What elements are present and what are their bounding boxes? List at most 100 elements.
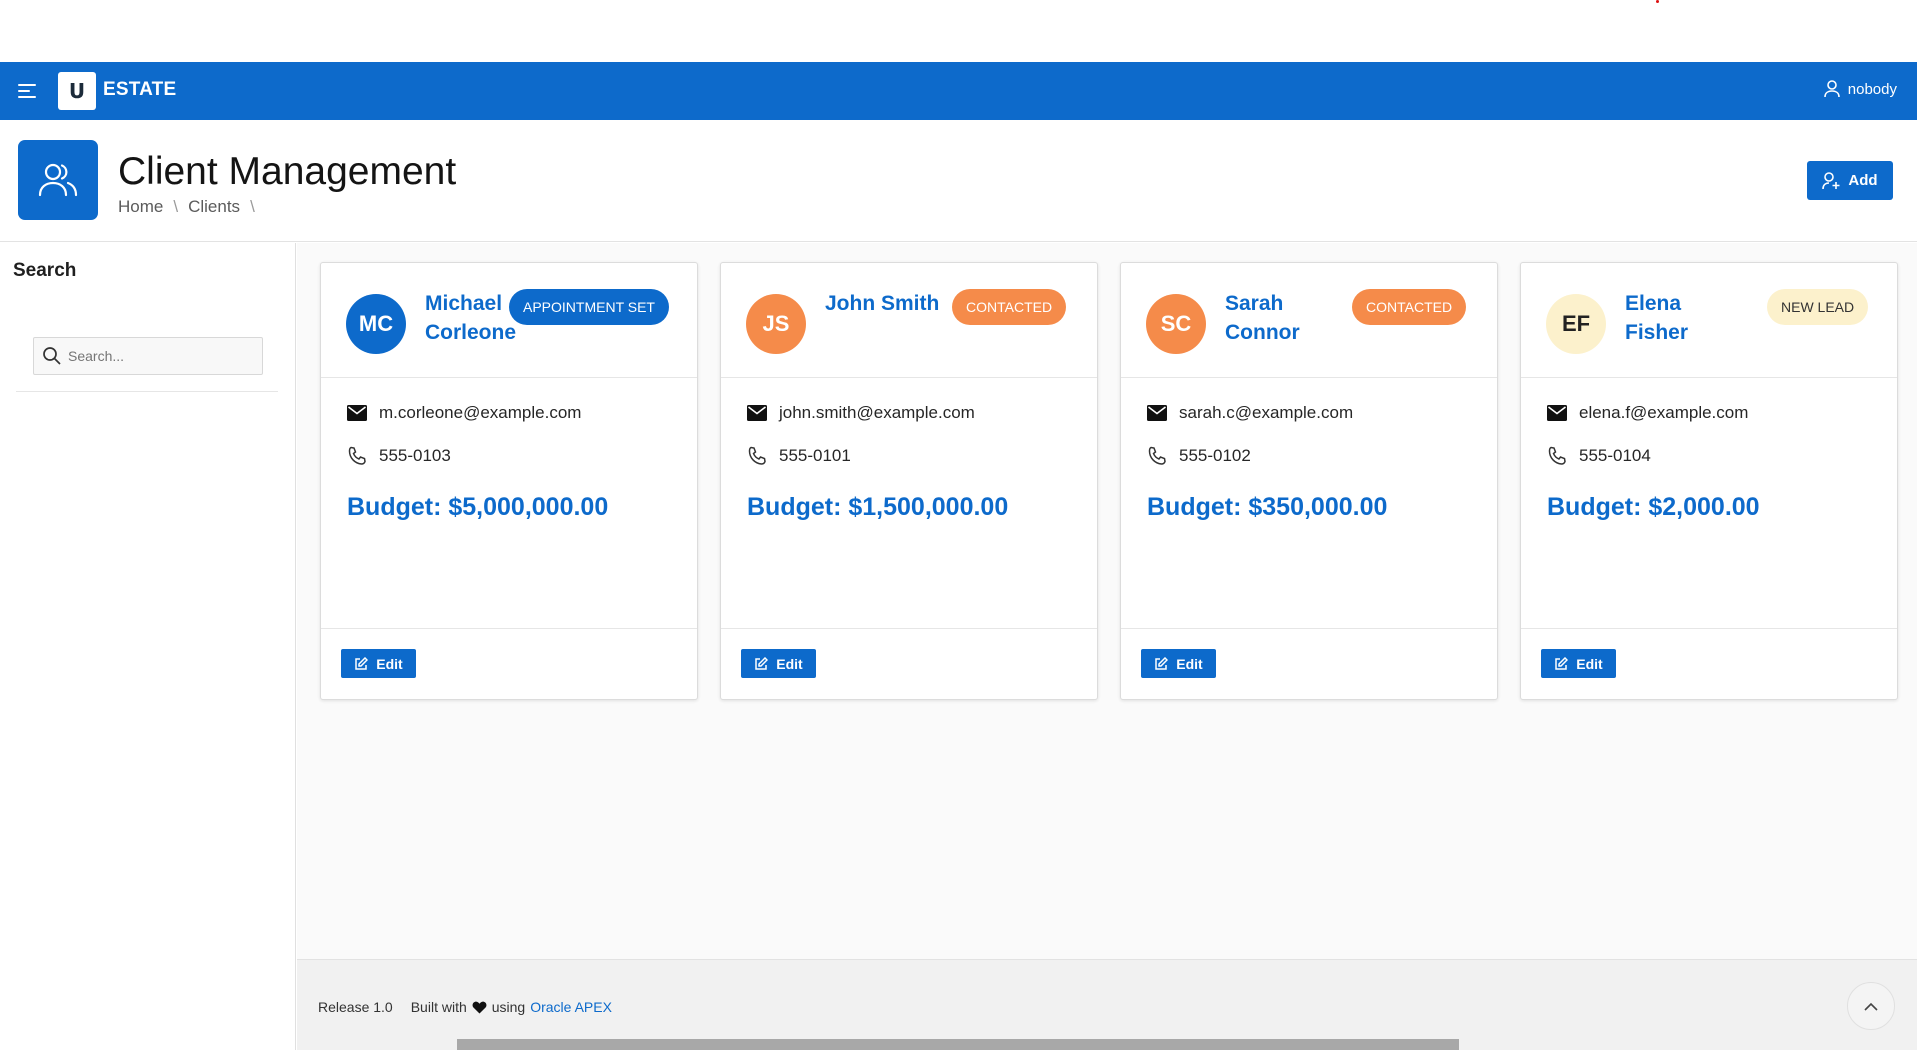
edit-button[interactable]: Edit [1141,649,1216,678]
search-field[interactable] [33,337,263,375]
client-email: john.smith@example.com [779,403,975,422]
phone-icon [748,446,766,465]
app-name[interactable]: ESTATE [103,79,176,101]
footer-text: Release 1.0 Built with using Oracle APEX [318,999,612,1015]
breadcrumb-clients[interactable]: Clients [188,197,240,217]
avatar: SC [1146,294,1206,354]
mail-icon [1547,405,1567,421]
sidebar-divider [16,391,278,392]
phone-row: 555-0101 [747,446,851,466]
avatar: EF [1546,294,1606,354]
client-budget: Budget: $350,000.00 [1147,493,1388,521]
card-footer-divider [721,628,1097,629]
email-row: sarah.c@example.com [1147,403,1353,423]
status-badge: CONTACTED [1352,289,1467,325]
app-logo[interactable]: U [58,72,96,110]
phone-row: 555-0102 [1147,446,1251,466]
using-label: using [491,999,526,1015]
phone-icon [348,446,366,465]
users-icon [18,140,98,220]
notification-dot [1656,0,1659,3]
edit-button[interactable]: Edit [1541,649,1616,678]
avatar: JS [746,294,806,354]
user-name: nobody [1847,80,1897,98]
email-row: m.corleone@example.com [347,403,581,423]
mail-icon [347,405,367,421]
oracle-apex-link[interactable]: Oracle APEX [530,999,612,1015]
search-sidebar: Search [0,243,296,1050]
page-hero: Client Management Home \ Clients \ Add [0,120,1917,242]
phone-row: 555-0104 [1547,446,1651,466]
edit-label: Edit [1576,655,1603,672]
status-badge: APPOINTMENT SET [509,289,669,325]
cards-region: MC Michael Corleone APPOINTMENT SET m.co… [297,243,1917,959]
avatar: MC [346,294,406,354]
search-icon [43,347,61,365]
client-phone: 555-0103 [379,446,451,465]
browser-top-area [0,0,1917,62]
client-email: m.corleone@example.com [379,403,582,422]
menu-toggle-icon[interactable] [16,80,40,102]
phone-row: 555-0103 [347,446,451,466]
phone-icon [1548,446,1566,465]
mail-icon [747,405,767,421]
client-email: elena.f@example.com [1579,403,1749,422]
client-name[interactable]: Elena Fisher [1625,289,1735,347]
client-card: MC Michael Corleone APPOINTMENT SET m.co… [320,262,698,700]
breadcrumb: Home \ Clients \ [118,197,255,217]
breadcrumb-separator: \ [173,197,179,216]
card-footer-divider [1521,628,1897,629]
breadcrumb-home[interactable]: Home [118,197,163,217]
user-menu[interactable]: nobody [1823,80,1897,98]
edit-label: Edit [776,655,803,672]
client-budget: Budget: $5,000,000.00 [347,493,609,521]
edit-icon [1555,656,1569,670]
client-card: EF Elena Fisher NEW LEAD elena.f@example… [1520,262,1898,700]
edit-label: Edit [376,655,403,672]
edit-icon [355,656,369,670]
scroll-to-top-button[interactable] [1847,982,1895,1030]
status-badge: CONTACTED [952,289,1067,325]
client-name[interactable]: John Smith [825,289,955,318]
card-header: JS John Smith CONTACTED [721,263,1097,378]
bottom-toolbar-strip [457,1039,1459,1050]
client-phone: 555-0101 [779,446,851,465]
add-client-button[interactable]: Add [1807,161,1893,200]
client-phone: 555-0104 [1579,446,1651,465]
card-header: EF Elena Fisher NEW LEAD [1521,263,1897,378]
email-row: elena.f@example.com [1547,403,1748,423]
card-header: SC Sarah Connor CONTACTED [1121,263,1497,378]
edit-icon [1155,656,1169,670]
client-budget: Budget: $2,000.00 [1547,493,1760,521]
card-footer-divider [1121,628,1497,629]
card-footer-divider [321,628,697,629]
chevron-up-icon [1864,1002,1878,1011]
app-header: U ESTATE nobody [0,62,1917,120]
heart-icon [472,1001,487,1014]
phone-icon [1148,446,1166,465]
release-label: Release 1.0 [318,999,393,1015]
page-title: Client Management [118,150,457,193]
edit-button[interactable]: Edit [741,649,816,678]
client-email: sarah.c@example.com [1179,403,1354,422]
client-name[interactable]: Sarah Connor [1225,289,1335,347]
add-user-icon [1822,171,1840,189]
client-phone: 555-0102 [1179,446,1251,465]
edit-label: Edit [1176,655,1203,672]
sidebar-title: Search [13,260,77,281]
client-card: SC Sarah Connor CONTACTED sarah.c@exampl… [1120,262,1498,700]
card-header: MC Michael Corleone APPOINTMENT SET [321,263,697,378]
breadcrumb-separator: \ [250,197,255,216]
status-badge: NEW LEAD [1767,289,1869,325]
edit-button[interactable]: Edit [341,649,416,678]
client-card: JS John Smith CONTACTED john.smith@examp… [720,262,1098,700]
edit-icon [755,656,769,670]
add-button-label: Add [1848,172,1878,189]
page-footer: Release 1.0 Built with using Oracle APEX [297,959,1917,1050]
client-budget: Budget: $1,500,000.00 [747,493,1009,521]
email-row: john.smith@example.com [747,403,975,423]
search-input[interactable] [68,348,258,364]
built-with-label: Built with [410,999,467,1015]
mail-icon [1147,405,1167,421]
user-icon [1823,80,1840,98]
